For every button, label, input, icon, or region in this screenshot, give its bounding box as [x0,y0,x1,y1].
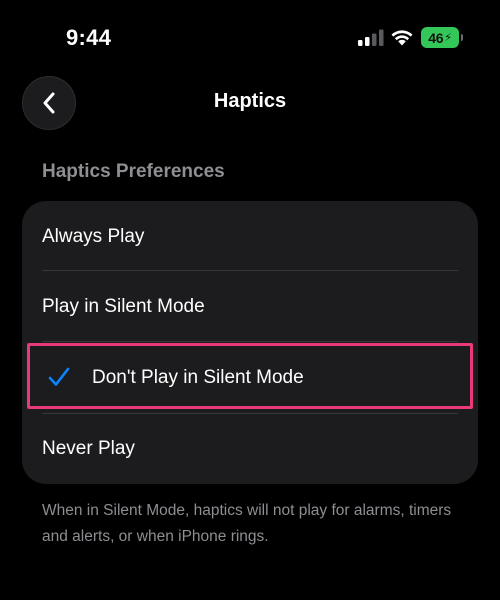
wifi-icon [391,30,413,46]
option-always-play[interactable]: Always Play [22,202,478,272]
status-bar: 9:44 46 ⚡ [0,0,500,70]
option-dont-play-in-silent-mode[interactable]: Don't Play in Silent Mode [22,343,478,413]
section-header: Haptics Preferences [42,161,225,182]
charging-bolt-icon: ⚡ [444,32,452,44]
settings-screen: 9:44 46 ⚡ Haptics Haptics Preferences Alw… [0,0,500,600]
battery-level: 46 [428,29,444,46]
checkmark-icon [48,367,70,386]
footer-note: When in Silent Mode, haptics will not pl… [42,502,452,545]
cellular-signal-icon [358,29,384,46]
status-time: 9:44 [66,25,112,50]
option-label: Always Play [42,226,145,247]
option-never-play[interactable]: Never Play [22,414,478,484]
option-play-in-silent-mode[interactable]: Play in Silent Mode [22,272,478,342]
page-title: Haptics [213,90,287,112]
divider [42,341,458,342]
option-label: Play in Silent Mode [42,296,205,317]
divider [42,270,458,271]
option-label: Don't Play in Silent Mode [92,367,304,388]
haptics-options-group: Always Play Play in Silent Mode Don't Pl… [22,201,478,484]
option-label: Never Play [42,438,135,459]
battery-indicator: 46 ⚡ [421,27,463,48]
